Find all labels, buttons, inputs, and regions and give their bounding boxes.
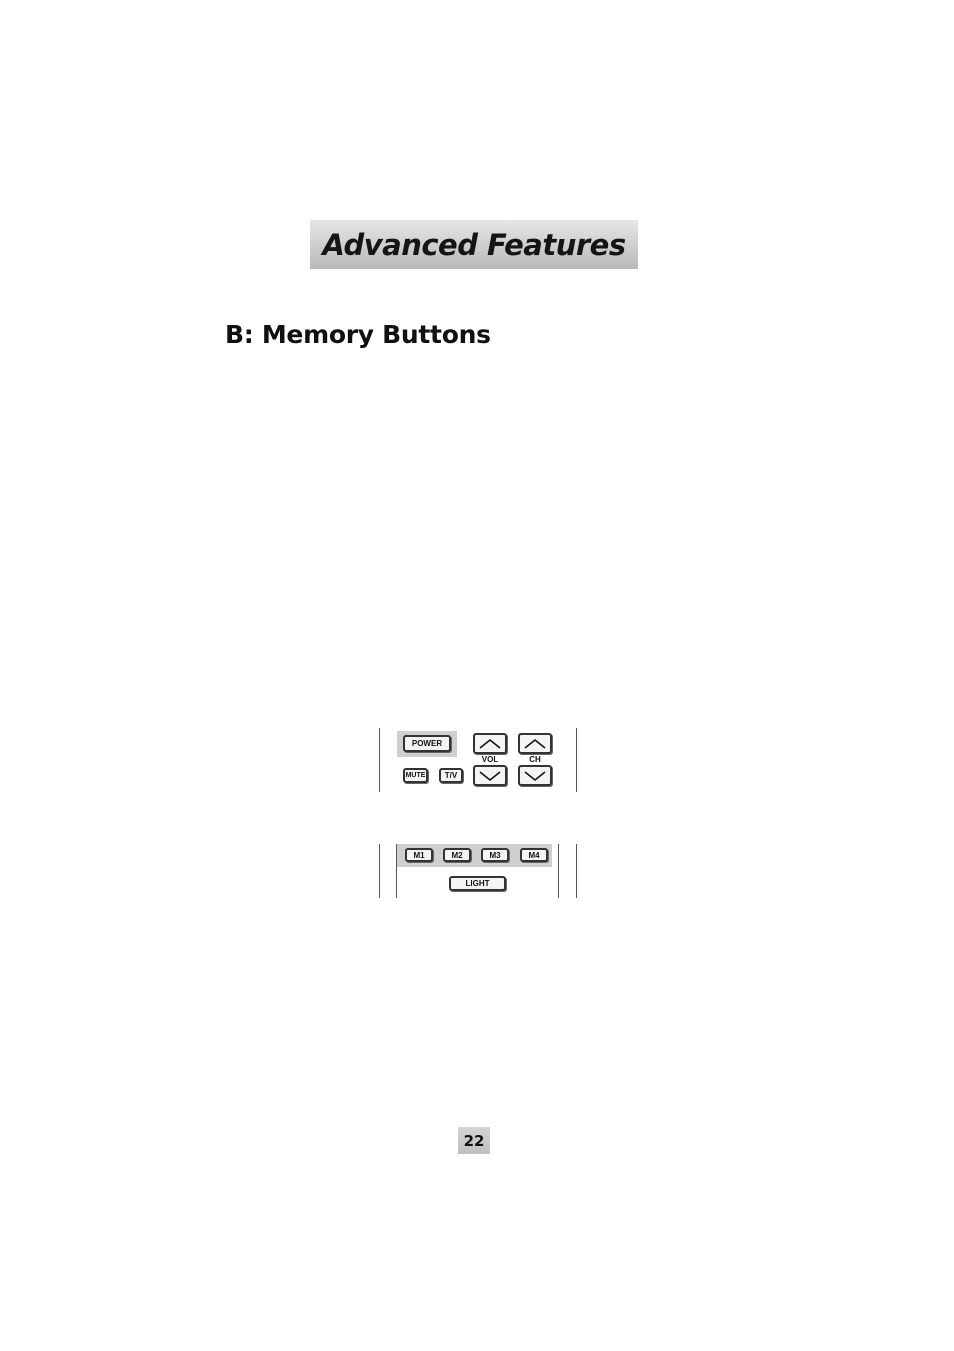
chevron-down-icon xyxy=(524,770,546,781)
memory-button-m4[interactable]: M4 xyxy=(520,848,548,862)
power-button[interactable]: POWER xyxy=(403,735,451,752)
section-title: B: Memory Buttons xyxy=(225,320,491,349)
memory-button-m3[interactable]: M3 xyxy=(481,848,509,862)
m1-label: M1 xyxy=(413,850,425,860)
page-number-box: 22 xyxy=(458,1127,490,1154)
light-button[interactable]: LIGHT xyxy=(449,876,506,891)
tv-label: T/V xyxy=(444,771,458,780)
tv-button[interactable]: T/V xyxy=(439,768,463,783)
power-label: POWER xyxy=(411,739,443,748)
m3-label: M3 xyxy=(489,850,501,860)
memory-button-m1[interactable]: M1 xyxy=(405,848,433,862)
ch-label: CH xyxy=(529,755,541,764)
chevron-up-icon xyxy=(524,738,546,749)
vol-up-button[interactable] xyxy=(473,733,507,754)
vol-down-button[interactable] xyxy=(473,765,507,786)
vol-label: VOL xyxy=(481,755,499,764)
chevron-down-icon xyxy=(479,770,501,781)
light-label: LIGHT xyxy=(465,879,490,888)
mute-label: MUTE xyxy=(405,772,426,779)
chevron-up-icon xyxy=(479,738,501,749)
m4-label: M4 xyxy=(528,850,540,860)
remote-edge-left xyxy=(379,728,380,792)
remote-edge-right xyxy=(576,728,577,792)
mute-button[interactable]: MUTE xyxy=(403,768,428,783)
memory-button-m2[interactable]: M2 xyxy=(443,848,471,862)
m2-label: M2 xyxy=(451,850,463,860)
chapter-banner: Advanced Features xyxy=(310,220,638,269)
page-number: 22 xyxy=(463,1131,485,1150)
chapter-title: Advanced Features xyxy=(322,227,626,262)
remote-inner-edge-right xyxy=(558,844,559,898)
remote-edge-left xyxy=(379,844,380,898)
ch-up-button[interactable] xyxy=(518,733,552,754)
ch-down-button[interactable] xyxy=(518,765,552,786)
remote-edge-right xyxy=(576,844,577,898)
